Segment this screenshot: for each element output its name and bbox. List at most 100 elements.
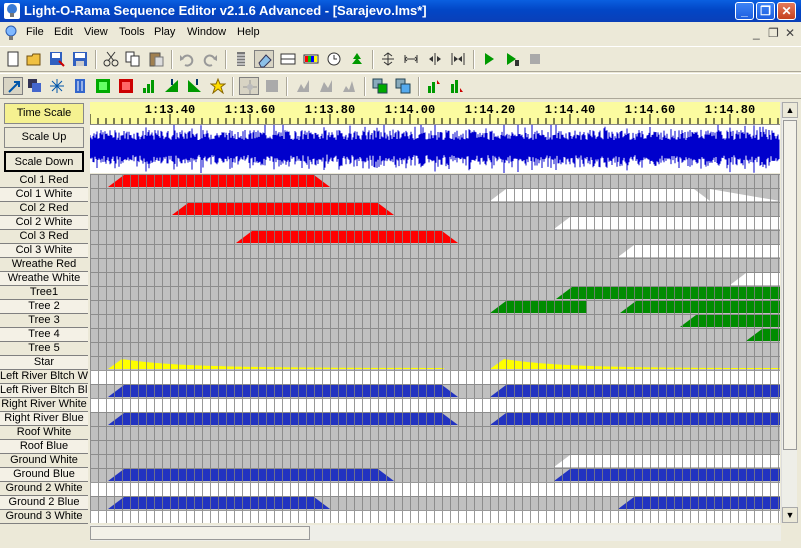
channel-label[interactable]: Roof White — [0, 426, 88, 440]
effect4-icon[interactable] — [316, 77, 336, 95]
scale-down-button[interactable]: Scale Down — [4, 151, 84, 172]
lightbulb-icon[interactable] — [4, 25, 18, 41]
channel-label[interactable]: Wreathe White — [0, 272, 88, 286]
channel-label[interactable]: Ground 3 White — [0, 510, 88, 524]
close-button[interactable]: ✕ — [777, 2, 796, 20]
on-icon[interactable] — [93, 77, 113, 95]
channel-grid-icon[interactable] — [231, 50, 251, 68]
save-icon[interactable] — [70, 50, 90, 68]
channel-label[interactable]: Left River Bltch Blue — [0, 384, 88, 398]
channel-label[interactable]: Ground 2 Blue — [0, 496, 88, 510]
graph2-icon[interactable] — [447, 77, 467, 95]
channel-grid[interactable] — [90, 174, 780, 523]
window1-icon[interactable] — [370, 77, 390, 95]
channel-label[interactable]: Tree 5 — [0, 342, 88, 356]
channel-label[interactable]: Star — [0, 356, 88, 370]
channel-label[interactable]: Ground 2 White — [0, 482, 88, 496]
title-bar: Light-O-Rama Sequence Editor v2.1.6 Adva… — [0, 0, 801, 22]
timing-icon[interactable] — [324, 50, 344, 68]
toolbar-separator — [171, 50, 173, 69]
sparkle-icon[interactable] — [47, 77, 67, 95]
channel-label[interactable]: Col 2 Red — [0, 202, 88, 216]
split-icon[interactable] — [425, 50, 445, 68]
menu-file[interactable]: File — [26, 26, 44, 38]
channel-label[interactable]: Tree 3 — [0, 314, 88, 328]
channel-label[interactable]: Col 3 White — [0, 244, 88, 258]
time-scale-button[interactable]: Time Scale — [4, 103, 84, 124]
horizontal-scroll-thumb[interactable] — [90, 526, 310, 540]
ramp-down-icon[interactable] — [162, 77, 182, 95]
fit-icon[interactable] — [378, 50, 398, 68]
toolbar-main — [0, 46, 801, 72]
app-icon — [4, 3, 20, 19]
channel-label[interactable]: Tree 4 — [0, 328, 88, 342]
time-ruler[interactable]: 1:13.40 1:13.60 1:13.80 1:14.00 1:14.20 1:14.… — [90, 102, 780, 125]
toolbar-separator — [473, 50, 475, 69]
redo-icon[interactable] — [200, 50, 220, 68]
channel-label[interactable]: Ground White — [0, 454, 88, 468]
minimize-button[interactable]: _ — [735, 2, 754, 20]
toolbar-separator — [364, 77, 366, 96]
mdi-minimize-button[interactable]: _ — [753, 26, 760, 40]
play-icon[interactable] — [479, 50, 499, 68]
new-icon[interactable] — [3, 50, 23, 68]
graph1-icon[interactable] — [424, 77, 444, 95]
row-icon[interactable] — [278, 50, 298, 68]
paste-icon[interactable] — [146, 50, 166, 68]
channel-label[interactable]: Wreathe Red — [0, 258, 88, 272]
eraser-icon[interactable] — [254, 50, 274, 68]
effect5-icon[interactable] — [339, 77, 359, 95]
twinkle-icon[interactable] — [70, 77, 90, 95]
tree-icon[interactable] — [347, 50, 367, 68]
off-icon[interactable] — [116, 77, 136, 95]
undo-icon[interactable] — [177, 50, 197, 68]
channel-label[interactable]: Ground Blue — [0, 468, 88, 482]
restore-button[interactable]: ❐ — [756, 2, 775, 20]
menu-window[interactable]: Window — [187, 26, 226, 38]
toolbar-separator — [418, 77, 420, 96]
play-from-icon[interactable] — [502, 50, 522, 68]
vertical-scroll-thumb[interactable] — [783, 120, 797, 450]
scale-up-button[interactable]: Scale Up — [4, 127, 84, 148]
horizontal-scrollbar[interactable] — [90, 525, 781, 541]
menu-view[interactable]: View — [84, 26, 108, 38]
effect2-icon[interactable] — [262, 77, 282, 95]
copy-cells-icon[interactable] — [25, 77, 45, 95]
save-as-icon[interactable] — [47, 50, 67, 68]
channel-label[interactable]: Col 1 Red — [0, 174, 88, 188]
vertical-scrollbar[interactable]: ▲ ▼ — [781, 102, 798, 523]
mdi-restore-button[interactable]: ❐ — [768, 26, 779, 40]
menu-play[interactable]: Play — [154, 26, 175, 38]
toolbar-separator — [372, 50, 374, 69]
channel-label[interactable]: Roof Blue — [0, 440, 88, 454]
zoom-icon[interactable] — [401, 50, 421, 68]
mdi-close-button[interactable]: ✕ — [785, 26, 795, 40]
channel-label[interactable]: Col 2 White — [0, 216, 88, 230]
cut-icon[interactable] — [101, 50, 121, 68]
channel-label[interactable]: Col 3 Red — [0, 230, 88, 244]
color-bar-icon[interactable] — [301, 50, 321, 68]
effect3-icon[interactable] — [293, 77, 313, 95]
menu-edit[interactable]: Edit — [54, 26, 73, 38]
menu-help[interactable]: Help — [237, 26, 260, 38]
fade-icon[interactable] — [185, 77, 205, 95]
channel-label[interactable]: Col 1 White — [0, 188, 88, 202]
channel-label[interactable]: Tree1 — [0, 286, 88, 300]
shrink-icon[interactable] — [448, 50, 468, 68]
ramp-up-icon[interactable] — [139, 77, 159, 95]
channel-label[interactable]: Right River Blue — [0, 412, 88, 426]
select-icon[interactable] — [3, 77, 23, 95]
star-icon[interactable] — [208, 77, 228, 95]
scroll-down-arrow-icon[interactable]: ▼ — [782, 507, 798, 523]
stop-icon[interactable] — [525, 50, 545, 68]
scroll-up-arrow-icon[interactable]: ▲ — [782, 102, 798, 118]
open-icon[interactable] — [24, 50, 44, 68]
menu-tools[interactable]: Tools — [119, 26, 145, 38]
channel-label[interactable]: Left River Bltch White — [0, 370, 88, 384]
window2-icon[interactable] — [393, 77, 413, 95]
effect1-icon[interactable] — [239, 77, 259, 95]
channel-label[interactable]: Tree 2 — [0, 300, 88, 314]
toolbar-separator — [225, 50, 227, 69]
channel-label[interactable]: Right River White — [0, 398, 88, 412]
copy-icon[interactable] — [123, 50, 143, 68]
